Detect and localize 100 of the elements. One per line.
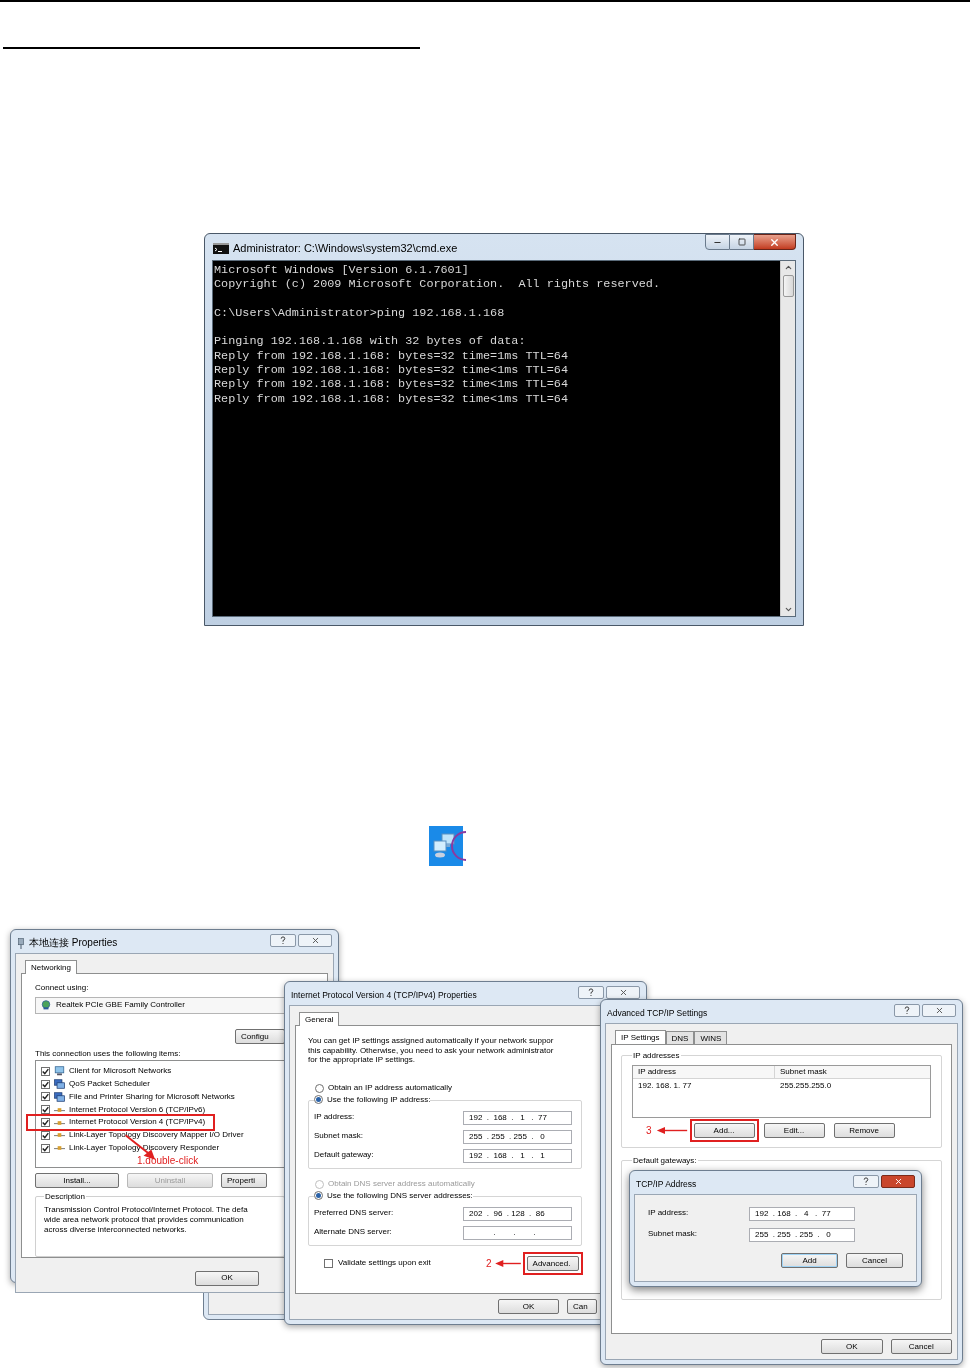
- radio-label: Obtain an IP address automatically: [328, 1083, 452, 1094]
- scroll-thumb[interactable]: [782, 275, 794, 297]
- tab[interactable]: General: [299, 1012, 340, 1026]
- checkbox[interactable]: [41, 1092, 50, 1102]
- dialog-button[interactable]: Add...: [693, 1123, 755, 1138]
- close-button[interactable]: [754, 234, 796, 250]
- close-icon: [934, 1006, 944, 1015]
- field-label: Subnet mask:: [314, 1131, 364, 1142]
- dialog-button[interactable]: Remove: [833, 1123, 895, 1138]
- dialog-button[interactable]: Cancel: [846, 1253, 903, 1268]
- ip-field[interactable]: 192 . 168 . 4 . 77: [749, 1206, 855, 1221]
- field-label: Preferred DNS server:: [314, 1208, 395, 1219]
- list-item[interactable]: File and Printer Sharing for Microsoft Networks: [41, 1090, 237, 1104]
- list-item[interactable]: Internet Protocol Version 6 (TCP/IPv6): [41, 1103, 208, 1117]
- network-adapter-icon: [17, 937, 25, 949]
- item-label: Client for Microsoft Networks: [69, 1066, 172, 1077]
- ip-field[interactable]: 202 . 96 . 128 . 86: [463, 1206, 572, 1221]
- list-item[interactable]: Link-Layer Topology Discovery Mapper I/O Driver: [41, 1129, 246, 1142]
- table-cell-text: 192. 168. 1. 77: [637, 1081, 693, 1092]
- group-label: Description: [44, 1192, 86, 1202]
- checkbox[interactable]: [324, 1259, 333, 1269]
- column-header[interactable]: Subnet mask: [775, 1066, 832, 1078]
- column-header[interactable]: IP address: [633, 1066, 775, 1078]
- radio-button[interactable]: [315, 1083, 324, 1093]
- dialog-button[interactable]: Can: [567, 1299, 597, 1314]
- dialog-button[interactable]: Install...: [35, 1173, 119, 1188]
- console-line: Reply from 192.168.1.168: bytes=32 time<1ms TTL=64: [214, 377, 568, 392]
- console-line: Microsoft Windows [Version 6.1.7601]: [214, 263, 469, 278]
- console-line: Reply from 192.168.1.168: bytes=32 time=1ms TTL=64: [214, 348, 568, 364]
- tab[interactable]: WINS: [694, 1031, 728, 1044]
- dialog-button[interactable]: OK: [821, 1339, 883, 1354]
- radio-button[interactable]: [314, 1191, 323, 1201]
- window-title: Advanced TCP/IP Settings: [607, 1007, 708, 1019]
- dialog-button[interactable]: Cancel: [890, 1339, 952, 1354]
- window-title: Internet Protocol Version 4 (TCP/IPv4) Properties: [291, 989, 477, 1001]
- checkbox[interactable]: [41, 1118, 50, 1128]
- list-item[interactable]: Client for Microsoft Networks: [41, 1065, 174, 1078]
- help-icon: [904, 1006, 910, 1015]
- console-icon: [213, 243, 229, 254]
- dialog-button[interactable]: Configu: [235, 1029, 285, 1044]
- dialog-button[interactable]: Advanced.: [526, 1256, 579, 1272]
- radio-button[interactable]: [314, 1095, 323, 1105]
- ip-field[interactable]: 192 . 168 . 1 . 77: [463, 1110, 572, 1125]
- item-label: File and Printer Sharing for Microsoft Networks: [69, 1091, 235, 1103]
- adapter-name: Realtek PCIe GBE Family Controller: [56, 999, 185, 1011]
- computer-icon: [54, 1092, 65, 1102]
- list-item[interactable]: Internet Protocol Version 4 (TCP/IPv4): [28, 1116, 214, 1129]
- help-button[interactable]: [894, 1004, 920, 1017]
- checkbox[interactable]: [41, 1105, 50, 1115]
- list-item[interactable]: QoS Packet Scheduler: [41, 1077, 152, 1091]
- description-line: across diverse interconnected networks.: [44, 1225, 187, 1235]
- close-button[interactable]: [881, 1175, 915, 1188]
- dialog-button[interactable]: Properti: [221, 1173, 267, 1188]
- dialog-button[interactable]: Add: [781, 1253, 838, 1268]
- connect-label: Connect using:: [35, 983, 90, 994]
- dialog-button[interactable]: Edit...: [763, 1123, 825, 1138]
- maximize-button[interactable]: [730, 234, 754, 250]
- table-cell-text: 255.255.255.0: [779, 1081, 833, 1092]
- adapter-icon: [41, 1000, 51, 1010]
- help-button[interactable]: [578, 986, 604, 999]
- item-label: QoS Packet Scheduler: [69, 1078, 150, 1090]
- tab[interactable]: DNS: [665, 1031, 695, 1044]
- help-icon: [588, 988, 594, 997]
- annotation-arrow: [493, 1260, 522, 1268]
- item-label: Internet Protocol Version 6 (TCP/IPv6): [69, 1104, 206, 1116]
- tab[interactable]: IP Settings: [615, 1030, 666, 1044]
- annotation-label: 3: [646, 1124, 652, 1137]
- radio-label: Use the following IP address:: [327, 1094, 431, 1106]
- ip-field[interactable]: 255 . 255 . 255 . 0: [749, 1227, 855, 1242]
- help-button[interactable]: [853, 1175, 879, 1188]
- dialog-button[interactable]: OK: [195, 1270, 259, 1286]
- computer-icon: [54, 1066, 65, 1077]
- scroll-down-icon[interactable]: [783, 605, 793, 614]
- help-button[interactable]: [270, 934, 296, 947]
- network-icon[interactable]: [429, 826, 467, 866]
- scrollbar[interactable]: [780, 261, 795, 616]
- checkbox[interactable]: [41, 1079, 50, 1089]
- description-line: wide area network protocol that provides communication: [44, 1215, 244, 1225]
- ip-field[interactable]: 255 . 255 . 255 . 0: [463, 1129, 572, 1144]
- list-item[interactable]: Link-Layer Topology Discovery Responder: [41, 1141, 222, 1155]
- scroll-up-icon[interactable]: [783, 263, 793, 272]
- group-label: Default gateways:: [632, 1156, 698, 1166]
- checkbox[interactable]: [41, 1143, 50, 1153]
- checkbox[interactable]: [41, 1130, 50, 1140]
- dialog-button[interactable]: OK: [498, 1299, 559, 1314]
- console-line: Reply from 192.168.1.168: bytes=32 time<1ms TTL=64: [214, 391, 568, 406]
- ip-field[interactable]: 192 . 168 . 1 . 1: [463, 1148, 572, 1163]
- window-title: TCP/IP Address: [636, 1178, 697, 1190]
- field-label: IP address:: [314, 1112, 356, 1123]
- window-title: 本地连接 Properties: [29, 937, 118, 949]
- group-label: IP addresses: [632, 1051, 681, 1061]
- tab[interactable]: Networking: [25, 960, 77, 974]
- annotation-label: 1.double-click: [137, 1154, 200, 1167]
- radio-label: Use the following DNS server addresses:: [327, 1190, 473, 1202]
- console-line: Copyright (c) 2009 Microsoft Corporation. All rights reserved.: [214, 277, 660, 292]
- ip-field[interactable]: . . .: [463, 1225, 572, 1240]
- minimize-button[interactable]: [705, 234, 730, 250]
- intro-line: You can get IP settings assigned automatically if your network suppor: [308, 1036, 554, 1046]
- checkbox[interactable]: [41, 1066, 50, 1076]
- field-label: IP address:: [648, 1208, 690, 1219]
